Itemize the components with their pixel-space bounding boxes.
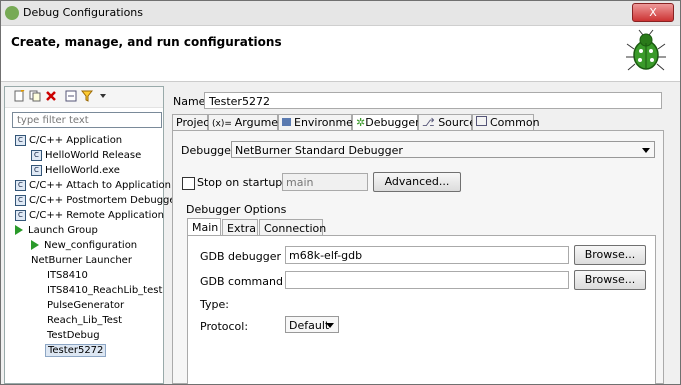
c-icon: C: [31, 149, 42, 161]
delete-icon[interactable]: [45, 90, 57, 102]
advanced-button[interactable]: Advanced...: [373, 172, 461, 192]
tree-item-c-remote[interactable]: C C/C++ Remote Application: [15, 208, 164, 223]
protocol-label: Protocol:: [200, 320, 249, 333]
tab-source[interactable]: ⎇ Source: [418, 114, 476, 130]
protocol-select[interactable]: Default: [285, 316, 339, 333]
tree-item-its8410[interactable]: ITS8410: [47, 268, 88, 283]
launch-icon: [31, 240, 39, 250]
new-configuration-icon[interactable]: [13, 90, 25, 102]
environment-icon: [282, 118, 291, 126]
launch-icon: [15, 225, 23, 235]
tree-item-netburner-launcher[interactable]: NetBurner Launcher: [31, 253, 132, 268]
close-button[interactable]: X: [632, 3, 674, 22]
bug-icon: [626, 29, 666, 71]
chevron-down-icon: [642, 148, 650, 153]
c-icon: C: [15, 134, 26, 146]
filter-input[interactable]: type filter text: [12, 112, 162, 128]
title-bar: Debug Configurations X: [1, 1, 680, 26]
configuration-editor: Name: Tester5272 Project (x)= Arguments …: [168, 86, 678, 384]
configuration-list-pane: type filter text C C/C++ Application C Hel…: [4, 86, 180, 384]
tree-item-launch-group[interactable]: Launch Group: [15, 223, 98, 238]
inner-tab-main[interactable]: Main: [187, 218, 221, 236]
list-toolbar: [5, 87, 163, 108]
stop-on-startup-checkbox[interactable]: [182, 177, 195, 190]
tree-item-its8410-reachlib-test[interactable]: ITS8410_ReachLib_test: [47, 283, 162, 298]
tree-item-pulsegenerator[interactable]: PulseGenerator: [47, 298, 124, 313]
arguments-icon: (x)=: [212, 119, 235, 129]
tab-project[interactable]: Project: [172, 114, 214, 130]
dialog-header: Create, manage, and run configurations: [1, 26, 680, 82]
tree-item-tester5272[interactable]: Tester5272: [45, 343, 107, 358]
debugger-options-label: Debugger Options: [186, 203, 287, 216]
c-icon: C: [15, 179, 26, 191]
tab-debugger[interactable]: ✲Debugger: [352, 114, 420, 131]
browse-gdb-debugger-button[interactable]: Browse...: [574, 245, 646, 265]
debug-configurations-window: Debug Configurations X Create, manage, a…: [0, 0, 681, 385]
window-title: Debug Configurations: [23, 6, 144, 19]
c-icon: C: [15, 194, 26, 206]
gdb-debugger-label: GDB debugger: [200, 250, 281, 263]
name-input[interactable]: Tester5272: [204, 92, 662, 109]
inner-tab-connection[interactable]: Connection: [259, 219, 326, 236]
tree-item-c-attach[interactable]: C C/C++ Attach to Application: [15, 178, 171, 193]
c-icon: C: [31, 164, 42, 176]
tree-item-helloworld-release[interactable]: C HelloWorld Release: [31, 148, 141, 163]
c-icon: C: [15, 209, 26, 221]
debugger-select[interactable]: NetBurner Standard Debugger: [231, 141, 655, 158]
common-icon: [476, 116, 487, 126]
tree-item-new-configuration[interactable]: New_configuration: [31, 238, 137, 253]
app-icon: [5, 6, 19, 20]
tab-arguments[interactable]: (x)= Arguments: [208, 114, 295, 130]
stop-on-startup-field[interactable]: main: [282, 173, 368, 191]
debugger-options-panel: GDB debugger m68k-elf-gdb Browse... GDB …: [187, 235, 656, 384]
filter-icon[interactable]: [81, 90, 93, 102]
collapse-all-icon[interactable]: [65, 90, 77, 102]
header-title: Create, manage, and run configurations: [11, 35, 282, 49]
tree-item-c-postmortem[interactable]: C C/C++ Postmortem Debugger: [15, 193, 180, 208]
debugger-tab-body: Debugger: NetBurner Standard Debugger St…: [172, 130, 664, 384]
inner-tab-extra[interactable]: Extra: [222, 219, 258, 236]
source-icon: ⎇: [422, 116, 439, 129]
browse-gdb-command-file-button[interactable]: Browse...: [574, 270, 646, 290]
tree-item-c-application[interactable]: C C/C++ Application: [15, 133, 122, 148]
gdb-debugger-input[interactable]: m68k-elf-gdb: [285, 246, 569, 264]
tree-item-helloworld-exe[interactable]: C HelloWorld.exe: [31, 163, 120, 178]
tab-common[interactable]: Common: [472, 114, 540, 130]
debugger-tab-icon: ✲: [356, 116, 366, 129]
type-label: Type:: [200, 298, 229, 311]
tab-environment[interactable]: Environment: [278, 114, 364, 130]
gdb-command-file-input[interactable]: [285, 271, 569, 289]
tree-item-testdebug[interactable]: TestDebug: [47, 328, 100, 343]
view-menu-icon[interactable]: [97, 90, 109, 102]
chevron-down-icon: [326, 323, 334, 328]
tree-item-reach-lib-test[interactable]: Reach_Lib_Test: [47, 313, 122, 328]
duplicate-icon[interactable]: [29, 90, 41, 102]
